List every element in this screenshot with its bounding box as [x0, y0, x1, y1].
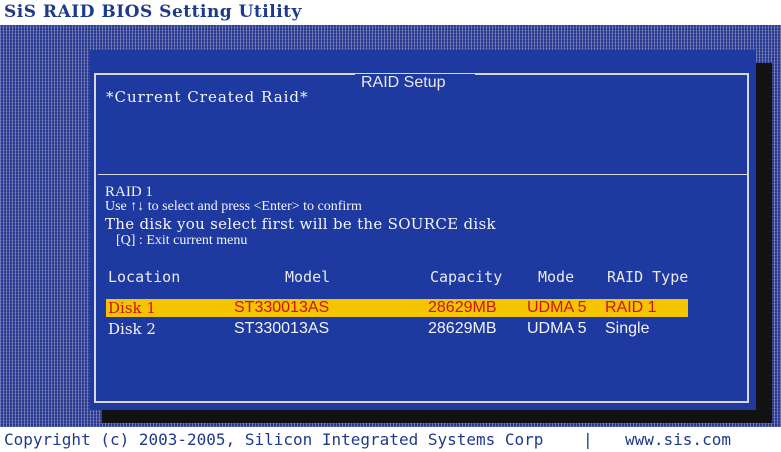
column-header-raid-type: RAID Type [607, 268, 689, 286]
disk-mode: UDMA 5 [527, 320, 587, 337]
disk-capacity: 28629MB [428, 320, 497, 337]
source-disk-hint: The disk you select first will be the SO… [105, 215, 496, 233]
disk-row[interactable]: Disk 2 ST330013AS 28629MB UDMA 5 Single [106, 320, 688, 338]
column-header-mode: Mode [538, 268, 575, 286]
dialog-title: RAID Setup [355, 74, 476, 92]
column-header-capacity: Capacity [430, 268, 503, 286]
footer-separator: | [583, 430, 593, 449]
disk-row-selected[interactable]: Disk 1 ST330013AS 28629MB UDMA 5 RAID 1 [106, 299, 688, 317]
raid-setup-dialog: RAID Setup *Current Created Raid* RAID 1… [90, 50, 756, 410]
section-divider [98, 174, 747, 175]
disk-model: ST330013AS [234, 320, 330, 337]
app-title: SiS RAID BIOS Setting Utility [4, 2, 302, 22]
disk-raid-type: Single [605, 320, 650, 337]
disk-model: ST330013AS [234, 299, 330, 316]
disk-location: Disk 2 [108, 320, 156, 338]
disk-location: Disk 1 [108, 299, 156, 317]
instruction-text: Use ↑↓ to select and press <Enter> to co… [105, 199, 362, 214]
column-header-location: Location [108, 268, 181, 286]
current-raid-label: *Current Created Raid* [106, 88, 309, 106]
column-header-model: Model [285, 268, 331, 286]
disk-capacity: 28629MB [428, 299, 497, 316]
exit-hint: [Q] : Exit current menu [116, 233, 248, 248]
bios-screen: RAID Setup *Current Created Raid* RAID 1… [0, 25, 781, 427]
copyright-text: Copyright (c) 2003-2005, Silicon Integra… [4, 430, 544, 449]
disk-raid-type: RAID 1 [605, 299, 657, 316]
footer-bar: Copyright (c) 2003-2005, Silicon Integra… [0, 427, 781, 452]
disk-mode: UDMA 5 [527, 299, 587, 316]
vendor-url: www.sis.com [625, 430, 731, 449]
title-bar: SiS RAID BIOS Setting Utility [0, 0, 781, 25]
